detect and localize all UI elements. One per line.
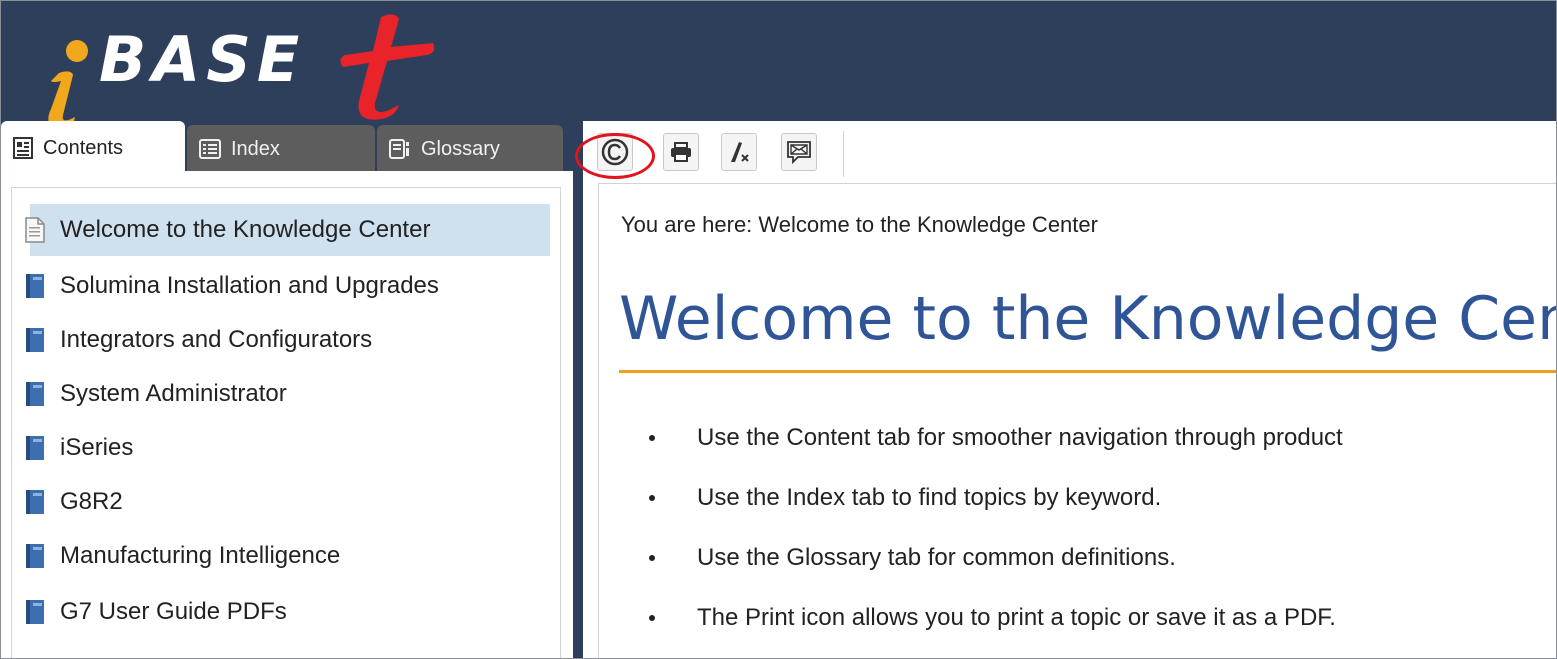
toc-item-label: G8R2 [60,488,123,515]
toc-item-label: Welcome to the Knowledge Center [60,216,431,243]
topic-toolbar [575,121,1556,183]
contents-icon [13,137,33,159]
tab-index[interactable]: Index [187,125,375,173]
list-item-text: Use the Glossary tab for common definiti… [697,544,1176,571]
toc-item-label: Integrators and Configurators [60,326,373,353]
toc-item-label: iSeries [60,434,134,461]
book-icon [26,382,44,406]
toc-item-g8r2[interactable]: G8R2 [26,476,550,528]
topic-pane: You are here: Welcome to the Knowledge C… [575,121,1557,658]
topic-content: You are here: Welcome to the Knowledge C… [598,183,1557,658]
book-icon [26,274,44,298]
list-item-text: The Print icon allows you to print a top… [697,604,1336,631]
print-icon [671,142,691,162]
tab-contents-label: Contents [43,136,124,159]
book-icon [26,436,44,460]
logo-i-glyph [48,40,88,129]
bullet-dot [649,435,655,441]
toolbar-separator [843,131,844,177]
navigation-tabs: Contents Index Glossary [1,121,571,175]
email-button[interactable] [781,133,817,171]
tab-index-label: Index [231,137,280,160]
bullet-dot [649,615,655,621]
tab-contents[interactable]: Contents [1,121,185,175]
toc-item-label: Manufacturing Intelligence [60,542,341,569]
toc-item-label: System Administrator [60,380,287,407]
logo-wordmark: BASE [99,23,306,96]
toc-item-integrators[interactable]: Integrators and Configurators [26,314,550,366]
toc-item-manufacturing-intelligence[interactable]: Manufacturing Intelligence [26,530,550,582]
toc-item-label: Solumina Installation and Upgrades [60,272,439,299]
bullet-dot [649,495,655,501]
tab-glossary[interactable]: Glossary [377,125,563,173]
list-item-text: Use the Index tab to find topics by keyw… [697,484,1162,511]
topic-page-icon [25,217,45,243]
clear-highlight-button[interactable] [721,133,757,171]
toc-item-solumina-installation[interactable]: Solumina Installation and Upgrades [26,260,550,312]
book-icon [26,600,44,624]
toc-item-g7-user-guide-pdfs[interactable]: G7 User Guide PDFs [26,586,550,638]
clear-highlight-icon [731,142,749,162]
print-button[interactable] [663,133,699,171]
toc-tree: Welcome to the Knowledge Center Solumina… [11,187,561,658]
heading-underline [619,370,1556,373]
email-icon [787,141,811,165]
logo-t-glyph [340,14,435,120]
book-icon [26,490,44,514]
annotation-circle [575,133,655,179]
book-icon [26,544,44,568]
list-item: Use the Index tab to find topics by keyw… [649,484,1161,512]
bullet-dot [649,555,655,561]
list-item: Use the Content tab for smoother navigat… [649,424,1343,452]
breadcrumb: You are here: Welcome to the Knowledge C… [621,212,1098,237]
list-item: The Print icon allows you to print a top… [649,604,1336,632]
list-item-text: Use the Content tab for smoother navigat… [697,424,1343,451]
toc-item-label: G7 User Guide PDFs [60,598,287,625]
page-title: Welcome to the Knowledge Center [619,284,1557,354]
help-window: BASE Contents Index Glossary Welcome to … [0,0,1557,659]
toc-item-iseries[interactable]: iSeries [26,422,550,474]
ibaset-logo: BASE [29,11,449,129]
toc-item-welcome[interactable]: Welcome to the Knowledge Center [25,204,550,256]
index-icon [199,139,221,159]
contents-pane: Welcome to the Knowledge Center Solumina… [1,171,573,658]
toc-item-system-administrator[interactable]: System Administrator [26,368,550,420]
book-icon [26,328,44,352]
tab-glossary-label: Glossary [421,137,500,160]
list-item: Use the Glossary tab for common definiti… [649,544,1176,572]
glossary-icon [389,139,409,159]
